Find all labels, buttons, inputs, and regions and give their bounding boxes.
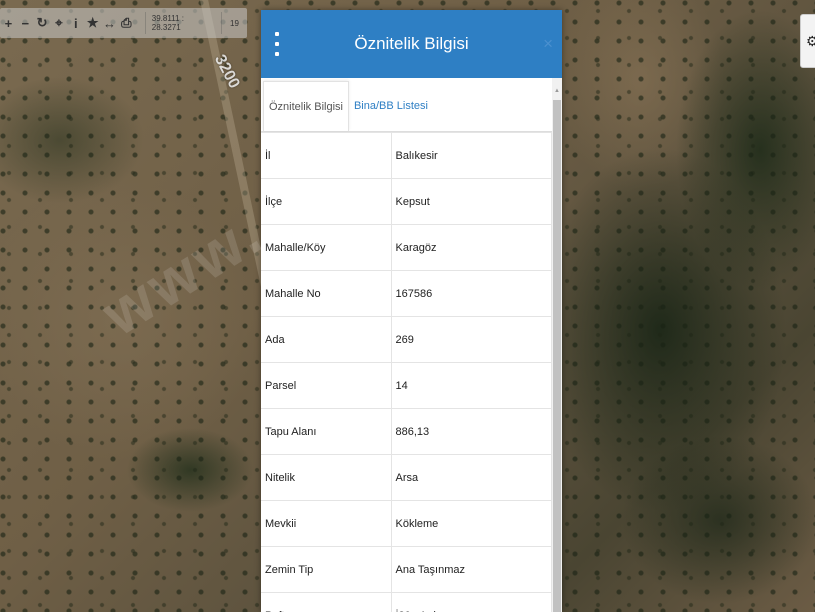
minus-icon[interactable]: − xyxy=(17,9,34,37)
attribute-value: Arsa xyxy=(391,454,552,501)
attribute-value: Kökleme xyxy=(391,500,552,547)
attribute-value: 269 xyxy=(391,316,552,363)
attribute-key: Mahalle/Köy xyxy=(261,224,392,271)
plus-icon[interactable]: + xyxy=(0,9,17,37)
scrollbar-thumb[interactable] xyxy=(553,100,561,612)
scrollbar[interactable]: ▲ xyxy=(552,78,562,612)
star-icon[interactable]: ★ xyxy=(84,9,101,37)
table-row: Parsel 14 xyxy=(261,362,552,409)
measure-icon[interactable]: ↔ xyxy=(101,9,118,37)
attribute-table: İl Balıkesir İlçe Kepsut Mahalle/Köy Karagöz M… xyxy=(261,132,552,612)
attribute-key: Pafta xyxy=(261,592,392,612)
attribute-value: 886,13 xyxy=(391,408,552,455)
gear-icon: ⚙ xyxy=(806,33,815,50)
locate-icon[interactable]: ⌖ xyxy=(51,9,68,37)
attribute-key: Tapu Alanı xyxy=(261,408,392,455)
kebab-menu-icon[interactable] xyxy=(274,32,280,56)
table-row: Ada 269 xyxy=(261,316,552,363)
table-row: Mahalle No 167586 xyxy=(261,270,552,317)
attribute-value: İ20-c1-d xyxy=(391,592,552,612)
table-row: Nitelik Arsa xyxy=(261,454,552,501)
tab-attribute-info[interactable]: Öznitelik Bilgisi xyxy=(263,81,349,131)
print-icon[interactable]: ⎙ xyxy=(118,9,135,37)
attribute-key: Ada xyxy=(261,316,392,363)
table-row: Mahalle/Köy Karagöz xyxy=(261,224,552,271)
attribute-panel: Öznitelik Bilgisi × Öznitelik Bilgisi Bi… xyxy=(261,10,562,612)
refresh-icon[interactable]: ↻ xyxy=(34,9,51,37)
tab-building-list[interactable]: Bina/BB Listesi xyxy=(349,81,433,131)
attribute-key: Mahalle No xyxy=(261,270,392,317)
close-icon[interactable]: × xyxy=(543,34,553,54)
attribute-table-area[interactable]: İl Balıkesir İlçe Kepsut Mahalle/Köy Karagöz M… xyxy=(261,132,552,612)
table-row: Paftaİ20-c1-d xyxy=(261,592,552,612)
attribute-key: Parsel xyxy=(261,362,392,409)
panel-title: Öznitelik Bilgisi xyxy=(354,34,469,53)
table-row: Mevkii Kökleme xyxy=(261,500,552,547)
panel-header: Öznitelik Bilgisi × xyxy=(261,10,562,78)
attribute-value: Kepsut xyxy=(391,178,552,225)
attribute-value: Ana Taşınmaz xyxy=(391,546,552,593)
zoom-level: 19 xyxy=(221,12,247,34)
table-row: İlçe Kepsut xyxy=(261,178,552,225)
panel-tabs: Öznitelik Bilgisi Bina/BB Listesi xyxy=(261,78,562,132)
attribute-value: Balıkesir xyxy=(391,132,552,179)
attribute-value: 167586 xyxy=(391,270,552,317)
map-toolbar: + − ↻ ⌖ i ★ ↔ ⎙ 39.8111 : 28.3271 19 xyxy=(0,8,247,38)
info-icon[interactable]: i xyxy=(67,9,84,37)
attribute-key: Nitelik xyxy=(261,454,392,501)
attribute-key: İl xyxy=(261,132,392,179)
scroll-up-icon[interactable]: ▲ xyxy=(554,88,560,94)
attribute-key: Zemin Tip xyxy=(261,546,392,593)
attribute-key: Mevkii xyxy=(261,500,392,547)
settings-button[interactable]: ⚙ xyxy=(800,14,815,68)
attribute-value: 14 xyxy=(391,362,552,409)
table-row: Tapu Alanı 886,13 xyxy=(261,408,552,455)
table-row: Zemin Tip Ana Taşınmaz xyxy=(261,546,552,593)
coordinates-display: 39.8111 : 28.3271 xyxy=(144,12,217,34)
table-row: İl Balıkesir xyxy=(261,132,552,179)
attribute-value: Karagöz xyxy=(391,224,552,271)
attribute-key: İlçe xyxy=(261,178,392,225)
